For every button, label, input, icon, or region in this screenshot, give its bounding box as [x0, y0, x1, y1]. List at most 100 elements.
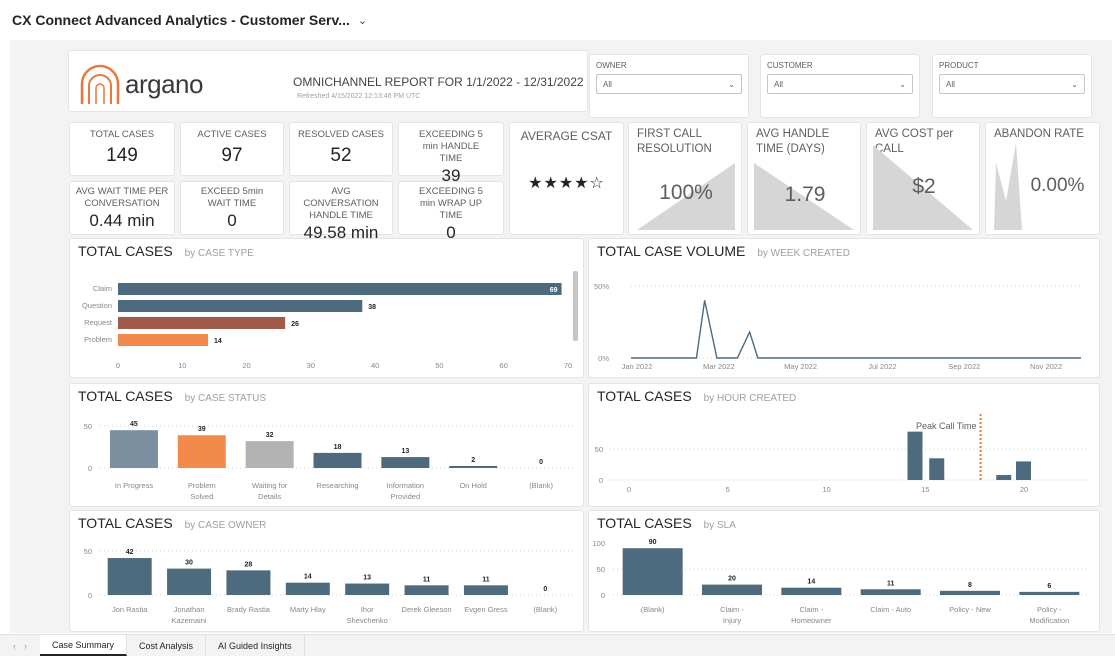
bar: [1019, 591, 1080, 595]
data-label: 13: [401, 448, 409, 455]
category-label: On Hold: [459, 481, 487, 490]
tab-cost-analysis[interactable]: Cost Analysis: [127, 635, 207, 656]
customer-select[interactable]: All ⌄: [767, 74, 913, 94]
bar: [463, 585, 508, 595]
report-canvas: argano OMNICHANNEL REPORT FOR 1/1/2022 -…: [10, 40, 1112, 633]
average-csat-card: AVERAGE CSAT ★★★★☆: [509, 122, 624, 235]
bar: [285, 582, 330, 595]
x-tick-label: 60: [500, 361, 508, 370]
report-title[interactable]: CX Connect Advanced Analytics - Customer…: [12, 12, 350, 28]
owner-select[interactable]: All ⌄: [596, 74, 742, 94]
kpi-label: AVG CONVERSATION HANDLE TIME: [303, 186, 379, 221]
customer-filter[interactable]: CUSTOMER All ⌄: [760, 54, 920, 118]
data-label: 11: [423, 576, 431, 583]
omnichannel-report-title: OMNICHANNEL REPORT FOR 1/1/2022 - 12/31/…: [293, 75, 584, 89]
x-tick-label: 50: [435, 361, 443, 370]
data-label: 11: [887, 580, 895, 587]
logo-arch-icon: [80, 64, 120, 104]
owner-filter-label: OWNER: [596, 61, 627, 70]
data-label: 6: [1047, 583, 1051, 590]
y-tick-label: 0%: [598, 354, 609, 363]
tab-nav: ‹ ›: [0, 635, 40, 656]
case-owner-chart-card: TOTAL CASES by CASE OWNER 0 50 42 Jon Rastia…: [69, 510, 584, 632]
kpi-value: 0.44 min: [89, 211, 155, 230]
y-tick-label: 50%: [594, 282, 609, 291]
product-select[interactable]: All ⌄: [939, 74, 1085, 94]
title-bar: CX Connect Advanced Analytics - Customer…: [0, 0, 1115, 40]
tab-case-summary[interactable]: Case Summary: [40, 635, 128, 656]
category-label: Request: [84, 318, 113, 327]
x-tick-label: Jan 2022: [622, 362, 653, 371]
hour-created-chart: 50 0 0 5 10 15 20 Peak Call Time: [595, 414, 1089, 494]
category-label: Details: [258, 492, 281, 501]
tab-ai-guided-insights[interactable]: AI Guided Insights: [206, 635, 305, 656]
customer-filter-label: CUSTOMER: [767, 61, 813, 70]
owner-filter[interactable]: OWNER All ⌄: [589, 54, 749, 118]
x-tick-label: Mar 2022: [703, 362, 735, 371]
x-tick-label: 30: [307, 361, 315, 370]
data-label: 14: [214, 338, 222, 345]
abandon-rate-card: ABANDON RATE 0.00%: [985, 122, 1100, 235]
category-label: Jonathan: [174, 605, 205, 614]
chevron-left-icon[interactable]: ‹: [13, 641, 16, 651]
x-tick-label: 40: [371, 361, 379, 370]
sla-chart: 0 50 100 90 (Blank) 20 Claim - Injury 14 Claim - H…: [592, 539, 1089, 625]
product-filter[interactable]: PRODUCT All ⌄: [932, 54, 1092, 118]
x-tick-label: Nov 2022: [1030, 362, 1062, 371]
category-label: Problem: [84, 335, 112, 344]
logo-text: argano: [125, 69, 203, 99]
y-tick-label: 100: [592, 539, 605, 548]
bar: [109, 430, 158, 468]
category-label: Derek Gleeson: [402, 605, 452, 614]
chevron-down-icon[interactable]: ⌄: [358, 14, 367, 27]
data-label: 14: [807, 579, 815, 586]
kpi-value: 0: [227, 211, 237, 230]
category-label: Claim - Auto: [870, 605, 911, 614]
category-label: Problem: [188, 481, 216, 490]
owner-select-value: All: [603, 79, 612, 89]
category-label: Kazemaini: [172, 616, 207, 625]
kpi-label: TOTAL CASES: [89, 129, 155, 140]
category-label: Information: [387, 481, 425, 490]
customer-select-value: All: [774, 79, 783, 89]
y-tick-label: 50: [595, 445, 603, 454]
data-label: 14: [304, 574, 312, 581]
product-filter-label: PRODUCT: [939, 61, 979, 70]
data-label: 90: [649, 539, 657, 546]
case-type-chart-card: TOTAL CASES by CASE TYPE 0 10 20 30 40 50 60 70 C…: [69, 238, 584, 378]
y-tick-label: 50: [597, 565, 605, 574]
x-tick-label: May 2022: [784, 362, 817, 371]
x-tick-label: 10: [822, 485, 830, 494]
bar: [907, 431, 923, 480]
category-label: Claim -: [799, 605, 823, 614]
kpi-value: 52: [330, 145, 352, 166]
data-label: 0: [543, 586, 547, 593]
kpi-label: EXCEEDING 5 min WRAP UP TIME: [419, 186, 483, 221]
data-label: 11: [482, 576, 490, 583]
category-label: (Blank): [533, 605, 557, 614]
category-label: Policy -: [1037, 605, 1062, 614]
category-label: Ihor: [361, 605, 374, 614]
data-label: 30: [185, 560, 193, 567]
bar: [381, 457, 430, 468]
category-label: Injury: [723, 616, 742, 625]
bar: [622, 548, 683, 595]
bar: [226, 570, 271, 595]
category-label: Shevchenko: [347, 616, 388, 625]
x-tick-label: 20: [1020, 485, 1028, 494]
report-header: argano OMNICHANNEL REPORT FOR 1/1/2022 -…: [68, 50, 588, 112]
bar: [118, 334, 208, 346]
category-label: Solved: [190, 492, 213, 501]
bar: [118, 283, 562, 295]
x-tick-label: 20: [242, 361, 250, 370]
bar: [781, 587, 842, 595]
x-tick-label: Sep 2022: [948, 362, 980, 371]
sla-chart-card: TOTAL CASES by SLA 0 50 100 90 (Blank) 20 Claim…: [588, 510, 1100, 632]
kpi-label: RESOLVED CASES: [298, 129, 384, 140]
category-label: Claim: [93, 284, 112, 293]
x-tick-label: 15: [921, 485, 929, 494]
aht-value: 1.79: [784, 183, 826, 206]
chevron-right-icon[interactable]: ›: [24, 641, 27, 651]
chevron-down-icon: ⌄: [1071, 79, 1078, 89]
category-label: (Blank): [641, 605, 665, 614]
